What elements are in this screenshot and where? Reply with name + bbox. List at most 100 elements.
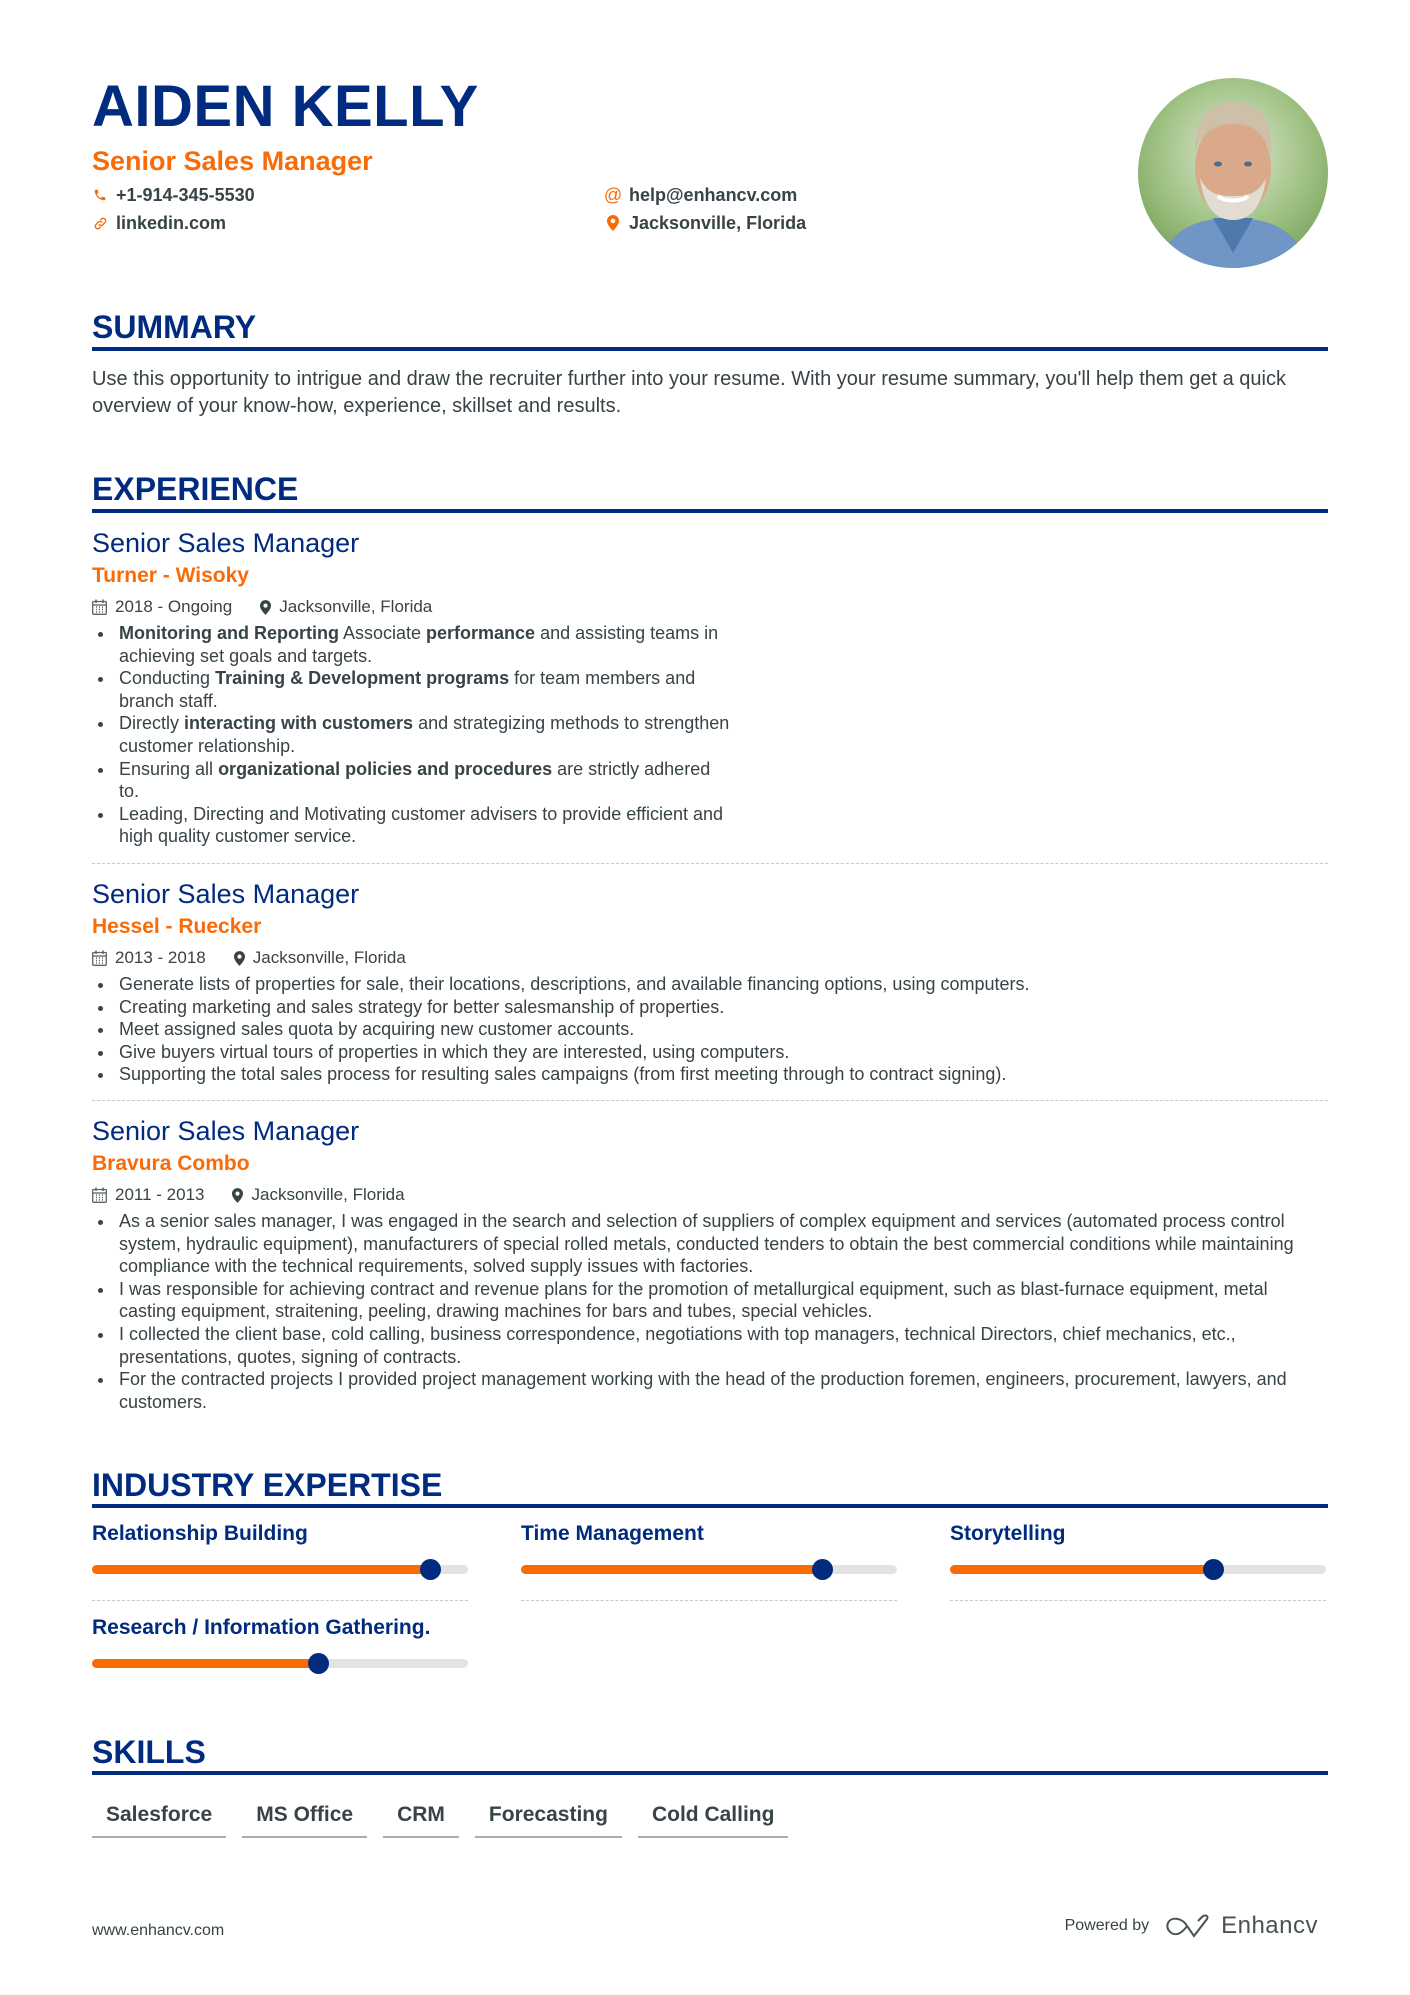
- job-entry: Senior Sales Manager Hessel - Ruecker 20…: [92, 877, 1328, 1086]
- contact-linkedin[interactable]: linkedin.com: [92, 212, 226, 234]
- job-company: Turner - Wisoky: [92, 564, 249, 587]
- job-location: Jacksonville, Florida: [232, 1184, 405, 1206]
- job-meta: 2018 - Ongoing Jacksonville, Florida: [92, 596, 1328, 618]
- location-pin-icon: [232, 1187, 244, 1203]
- bullet-item: Supporting the total sales process for r…: [92, 1063, 1328, 1086]
- bullet-item: Give buyers virtual tours of properties …: [92, 1041, 1328, 1064]
- bullet-item: Directly interacting with customers and …: [92, 712, 732, 757]
- job-title: Senior Sales Manager: [92, 1116, 360, 1146]
- job-bullets: Generate lists of properties for sale, t…: [92, 973, 1328, 1086]
- job-bullets: Monitoring and Reporting Associate perfo…: [92, 622, 732, 848]
- experience-heading: EXPERIENCE: [92, 471, 299, 507]
- bullet-item: Ensuring all organizational policies and…: [92, 758, 732, 803]
- expertise-item: Relationship Building: [92, 1521, 468, 1580]
- expertise-rule: [92, 1504, 1328, 1508]
- expertise-level-bar: [92, 1653, 468, 1674]
- job-dates-text: 2011 - 2013: [115, 1185, 205, 1204]
- job-location: Jacksonville, Florida: [260, 596, 432, 618]
- profile-photo: [1138, 78, 1328, 268]
- candidate-role: Senior Sales Manager: [92, 146, 373, 176]
- job-divider: [92, 863, 1328, 864]
- skills-heading: SKILLS: [92, 1734, 206, 1770]
- enhancv-brand[interactable]: Enhancv: [1165, 1912, 1318, 1940]
- job-entry: Senior Sales Manager Turner - Wisoky 201…: [92, 526, 1328, 848]
- location-value: Jacksonville, Florida: [629, 213, 807, 233]
- location-pin-icon: [233, 950, 245, 966]
- job-meta: 2013 - 2018 Jacksonville, Florida: [92, 947, 1328, 969]
- bullet-item: Monitoring and Reporting Associate perfo…: [92, 622, 732, 667]
- level-fill: [92, 1565, 431, 1574]
- expertise-item: Research / Information Gathering.: [92, 1615, 468, 1674]
- expertise-item: Time Management: [521, 1521, 897, 1580]
- email-link[interactable]: help@enhancv.com: [629, 184, 797, 206]
- level-knob: [420, 1559, 442, 1580]
- level-fill: [521, 1565, 822, 1574]
- expertise-item: Storytelling: [950, 1521, 1326, 1580]
- candidate-name: AIDEN KELLY: [92, 74, 479, 139]
- job-location: Jacksonville, Florida: [233, 947, 406, 969]
- calendar-icon: [92, 599, 107, 615]
- job-location-text: Jacksonville, Florida: [279, 597, 433, 616]
- bullet-item: As a senior sales manager, I was engaged…: [92, 1210, 1328, 1278]
- bullet-item: Leading, Directing and Motivating custom…: [92, 803, 732, 848]
- expertise-label: Relationship Building: [92, 1522, 308, 1545]
- link-icon: [92, 214, 108, 232]
- calendar-icon: [92, 950, 107, 966]
- contact-email[interactable]: @ help@enhancv.com: [603, 184, 797, 206]
- level-knob: [1203, 1559, 1225, 1580]
- brand-name: Enhancv: [1221, 1912, 1318, 1939]
- job-company: Bravura Combo: [92, 1152, 250, 1175]
- job-company: Hessel - Ruecker: [92, 915, 262, 938]
- job-location-text: Jacksonville, Florida: [251, 1185, 405, 1204]
- skill-tag: Forecasting: [474, 1796, 622, 1838]
- job-dates: 2013 - 2018: [92, 947, 206, 969]
- level-knob: [811, 1559, 833, 1580]
- footer-branding: Powered by Enhancv: [1065, 1912, 1318, 1940]
- bullet-item: I collected the client base, cold callin…: [92, 1323, 1328, 1368]
- level-fill: [950, 1565, 1214, 1574]
- skill-tag: CRM: [383, 1796, 459, 1838]
- summary-text: Use this opportunity to intrigue and dra…: [92, 368, 1286, 417]
- job-location-text: Jacksonville, Florida: [252, 948, 406, 967]
- expertise-level-bar: [521, 1559, 897, 1580]
- summary-rule: [92, 347, 1328, 351]
- expertise-level-bar: [92, 1559, 468, 1580]
- job-meta: 2011 - 2013 Jacksonville, Florida: [92, 1184, 1328, 1206]
- expertise-heading: INDUSTRY EXPERTISE: [92, 1467, 443, 1503]
- job-dates: 2018 - Ongoing: [92, 596, 232, 618]
- job-dates-text: 2013 - 2018: [115, 948, 206, 967]
- bullet-item: Creating marketing and sales strategy fo…: [92, 996, 1328, 1019]
- job-title: Senior Sales Manager: [92, 879, 360, 909]
- linkedin-link[interactable]: linkedin.com: [116, 212, 226, 234]
- level-knob: [307, 1653, 329, 1674]
- contact-location: Jacksonville, Florida: [605, 212, 806, 234]
- expertise-label: Storytelling: [950, 1522, 1066, 1545]
- calendar-icon: [92, 1187, 107, 1203]
- contact-phone: +1-914-345-5530: [92, 184, 255, 206]
- bullet-item: Generate lists of properties for sale, t…: [92, 973, 1328, 996]
- skill-tag: Salesforce: [92, 1796, 227, 1838]
- powered-by-label: Powered by: [1064, 1917, 1150, 1934]
- job-bullets: As a senior sales manager, I was engaged…: [92, 1210, 1328, 1413]
- job-title: Senior Sales Manager: [92, 528, 360, 558]
- bullet-item: For the contracted projects I provided p…: [92, 1368, 1328, 1413]
- at-icon: @: [603, 185, 623, 205]
- expertise-divider: [950, 1600, 1326, 1601]
- enhancv-logo-icon: [1166, 1914, 1209, 1938]
- experience-rule: [92, 509, 1328, 513]
- level-fill: [92, 1659, 318, 1668]
- skill-tag: Cold Calling: [637, 1796, 789, 1838]
- job-divider: [92, 1100, 1328, 1101]
- phone-value: +1-914-345-5530: [116, 185, 255, 205]
- bullet-item: Meet assigned sales quota by acquiring n…: [92, 1018, 1328, 1041]
- job-entry: Senior Sales Manager Bravura Combo 2011 …: [92, 1114, 1328, 1413]
- expertise-label: Research / Information Gathering.: [92, 1616, 431, 1639]
- summary-heading: SUMMARY: [92, 309, 257, 345]
- location-pin-icon: [260, 599, 272, 615]
- phone-icon: [92, 186, 108, 204]
- footer-website[interactable]: www.enhancv.com: [92, 1922, 224, 1940]
- bullet-item: I was responsible for achieving contract…: [92, 1278, 1328, 1323]
- bullet-item: Conducting Training & Development progra…: [92, 667, 732, 712]
- expertise-divider: [92, 1600, 468, 1601]
- skills-list: Salesforce MS Office CRM Forecasting Col…: [92, 1796, 789, 1838]
